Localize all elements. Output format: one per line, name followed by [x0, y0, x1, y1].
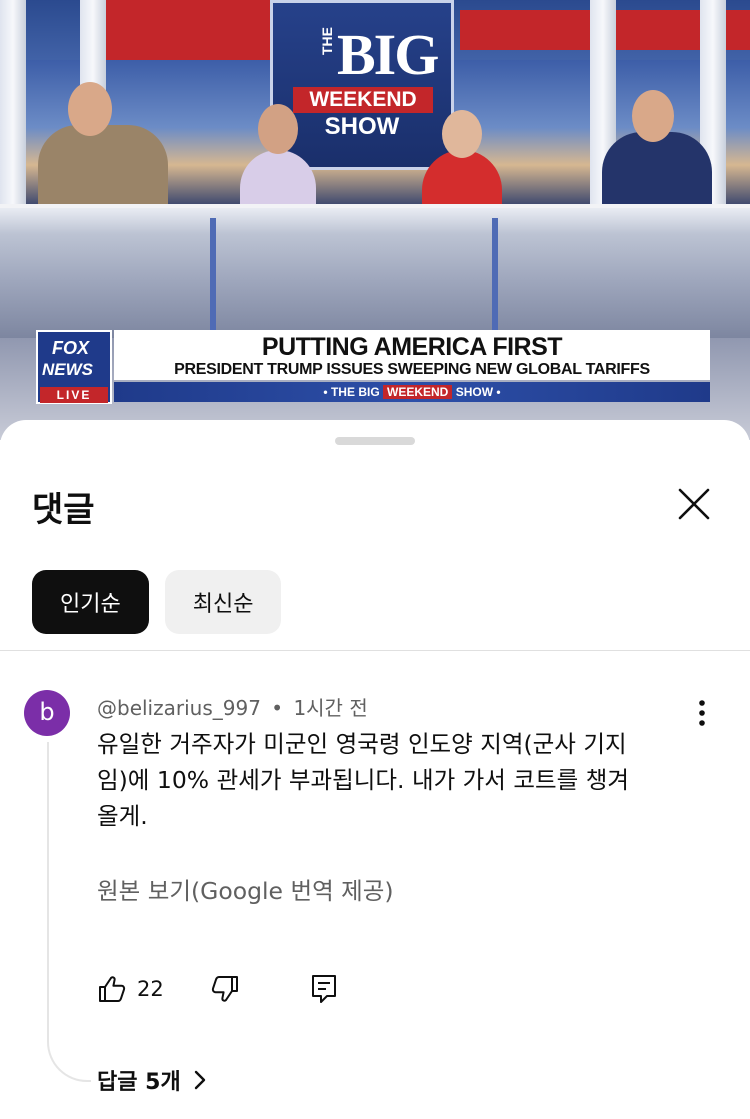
meta-separator: • — [271, 696, 284, 720]
show-logo-show: SHOW — [324, 113, 400, 140]
news-lower-third: FOX NEWS LIVE PUTTING AMERICA FIRST PRES… — [36, 330, 710, 406]
like-button[interactable]: 22 — [97, 974, 164, 1004]
host-head — [632, 90, 674, 142]
chyron-headline-box: PUTTING AMERICA FIRST PRESIDENT TRUMP IS… — [114, 330, 710, 380]
view-replies-button[interactable]: 답글 5개 — [97, 1064, 207, 1096]
desk-seam — [492, 218, 498, 338]
comment-author[interactable]: @belizarius_997 — [97, 696, 261, 720]
comment-time: 1시간 전 — [293, 696, 368, 720]
news-desk — [0, 208, 750, 338]
studio-pillar — [0, 0, 26, 220]
show-logo-weekend: WEEKEND — [293, 87, 433, 113]
show-logo: THE BIG WEEKEND SHOW — [270, 0, 454, 170]
comment-actions: 22 — [97, 972, 338, 1006]
avatar[interactable]: b — [24, 690, 70, 736]
sort-chips: 인기순 최신순 — [32, 570, 282, 634]
comment-reply-icon — [311, 975, 336, 1003]
like-count: 22 — [137, 977, 164, 1001]
comment-menu-button[interactable] — [690, 698, 714, 728]
reply-button[interactable] — [310, 973, 338, 1005]
banner-show: SHOW • — [455, 385, 501, 399]
fox-logo-news: NEWS — [42, 360, 93, 379]
sheet-title: 댓글 — [32, 490, 95, 530]
comment-text-line: 임)에 10% 관세가 부과됩니다. 내가 가서 코트를 챙겨 — [97, 766, 629, 794]
show-logo-the: THE — [319, 27, 335, 55]
host-head — [68, 82, 112, 136]
host-head — [442, 110, 482, 158]
host-figure — [38, 125, 168, 215]
chyron-subheadline: PRESIDENT TRUMP ISSUES SWEEPING NEW GLOB… — [174, 361, 650, 378]
comments-sheet: 댓글 인기순 최신순 b @belizarius_997 • 1시간 전 유일한… — [0, 420, 750, 1119]
comment-text-line: 유일한 거주자가 미군인 영국령 인도양 지역(군사 기지 — [97, 730, 627, 758]
replies-label: 답글 5개 — [97, 1070, 181, 1095]
banner-big: BIG — [358, 385, 380, 399]
sort-chip-top[interactable]: 인기순 — [32, 570, 149, 634]
host-head — [258, 104, 298, 154]
divider — [0, 650, 750, 651]
live-badge: LIVE — [40, 387, 108, 403]
comment-meta: @belizarius_997 • 1시간 전 — [97, 692, 368, 721]
banner-prefix: • THE — [323, 385, 355, 399]
more-vertical-icon — [699, 700, 705, 726]
show-logo-big: BIG — [337, 22, 439, 87]
show-banner: • THE BIG WEEKEND SHOW • — [114, 382, 710, 402]
comment-text-line: 올게. — [97, 802, 148, 830]
chevron-right-icon — [194, 1070, 205, 1090]
close-button[interactable] — [672, 482, 716, 526]
drag-handle[interactable] — [335, 437, 415, 445]
see-original-link[interactable]: 원본 보기(Google 번역 제공) — [97, 872, 394, 906]
thumbs-up-icon — [99, 976, 126, 1002]
comment-text: 유일한 거주자가 미군인 영국령 인도양 지역(군사 기지 임)에 10% 관세… — [97, 726, 697, 834]
banner-weekend: WEEKEND — [383, 385, 453, 399]
fox-logo-fox: FOX — [52, 338, 90, 358]
reply-thread-line — [47, 742, 91, 1082]
host-figure — [602, 132, 712, 212]
thumbs-down-icon — [211, 976, 238, 1002]
fox-news-logo: FOX NEWS LIVE — [36, 330, 112, 404]
dislike-button[interactable] — [210, 974, 240, 1004]
sort-chip-newest[interactable]: 최신순 — [164, 570, 282, 634]
video-player[interactable]: THE BIG WEEKEND SHOW FOX NEWS LIVE PUTTI… — [0, 0, 750, 440]
desk-seam — [210, 218, 216, 338]
chyron-headline: PUTTING AMERICA FIRST — [261, 333, 563, 361]
close-icon — [678, 488, 710, 520]
studio-panel — [100, 0, 270, 60]
